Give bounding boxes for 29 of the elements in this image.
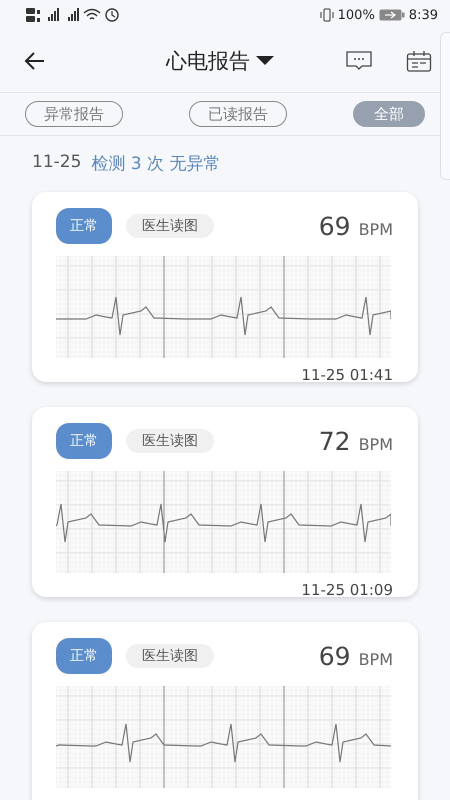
heart-rate-unit: BPM <box>358 650 393 668</box>
filter-chip[interactable]: 已读报告 <box>189 101 287 127</box>
heart-rate: 69 <box>318 642 351 670</box>
status-tag: 正常 <box>56 208 112 244</box>
caret-icon <box>256 56 274 66</box>
heart-rate-unit: BPM <box>358 220 393 238</box>
battery-icon <box>378 9 405 21</box>
battery-percent: 100% <box>338 8 375 22</box>
title-dropdown[interactable]: 心电报告 <box>166 47 274 75</box>
vibrate-icon <box>320 8 334 22</box>
calendar-icon[interactable] <box>406 50 432 72</box>
record-time: 11-25 01:41 <box>300 366 393 384</box>
message-icon[interactable] <box>346 50 372 72</box>
filter-chip[interactable]: 异常报告 <box>25 101 123 127</box>
heart-rate: 69 <box>318 212 351 240</box>
status-tag: 正常 <box>56 423 112 459</box>
ecg-record-card[interactable]: 正常 医生读图 69 BPM <box>32 622 418 800</box>
reader-tag: 医生读图 <box>126 429 214 453</box>
heart-rate: 72 <box>318 426 351 456</box>
ecg-record-card[interactable]: 正常 医生读图 69 BPM 11-25 01:41 <box>32 192 418 382</box>
summary-text: 检测 3 次 无异常 <box>91 153 220 176</box>
reader-tag: 医生读图 <box>126 214 214 238</box>
ecg-record-card[interactable]: 正常 医生读图 72 BPM 11-25 01:09 <box>32 407 418 597</box>
summary-date: 11-25 <box>32 152 82 174</box>
record-time: 11-25 01:09 <box>300 581 393 599</box>
heart-rate-unit: BPM <box>358 434 393 454</box>
reader-tag: 医生读图 <box>126 644 214 668</box>
status-tag: 正常 <box>56 638 112 674</box>
clock-time: 8:39 <box>408 8 438 22</box>
